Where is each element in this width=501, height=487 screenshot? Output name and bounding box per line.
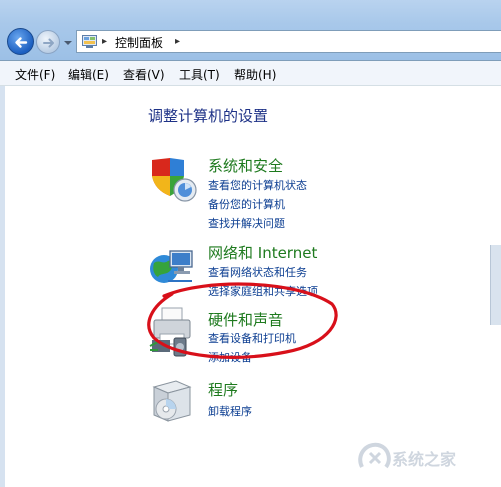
menu-view[interactable]: 查看(V) [123,66,165,83]
recent-pages-chevron-down-icon[interactable] [63,38,73,48]
category-programs-title[interactable]: 程序 [208,379,238,400]
link-view-computer-status[interactable]: 查看您的计算机状态 [208,177,307,193]
category-system-security-title[interactable]: 系统和安全 [208,155,283,176]
forward-arrow-icon [43,38,54,48]
page-title: 调整计算机的设置 [148,107,269,125]
forward-button[interactable] [36,30,60,54]
menu-edit[interactable]: 编辑(E) [68,66,109,83]
partial-scrollbar[interactable] [490,245,501,325]
watermark-text: 系统之家 [392,450,457,469]
back-arrow-icon [15,37,28,48]
menu-tools[interactable]: 工具(T) [179,66,220,83]
red-highlight-circle [147,282,338,359]
link-troubleshoot[interactable]: 查找并解决问题 [208,215,285,231]
menu-bar: 文件(F) 编辑(E) 查看(V) 工具(T) 帮助(H) [0,61,501,86]
menu-file[interactable]: 文件(F) [15,66,55,83]
link-backup-computer[interactable]: 备份您的计算机 [208,196,285,212]
programs-box-icon[interactable] [150,377,194,425]
breadcrumb-control-panel[interactable]: 控制面板 [115,34,163,51]
back-button[interactable] [7,28,34,55]
security-shield-icon[interactable] [148,156,198,204]
control-panel-icon [82,35,97,48]
address-bar[interactable]: ▸ 控制面板 ▸ [76,30,501,53]
address-separator[interactable]: ▸ [102,36,107,47]
category-network-internet-title[interactable]: 网络和 Internet [208,242,317,263]
link-uninstall-program[interactable]: 卸载程序 [208,403,252,419]
navigation-pane-edge [0,86,5,487]
menu-help[interactable]: 帮助(H) [234,66,276,83]
address-separator[interactable]: ▸ [175,36,180,47]
